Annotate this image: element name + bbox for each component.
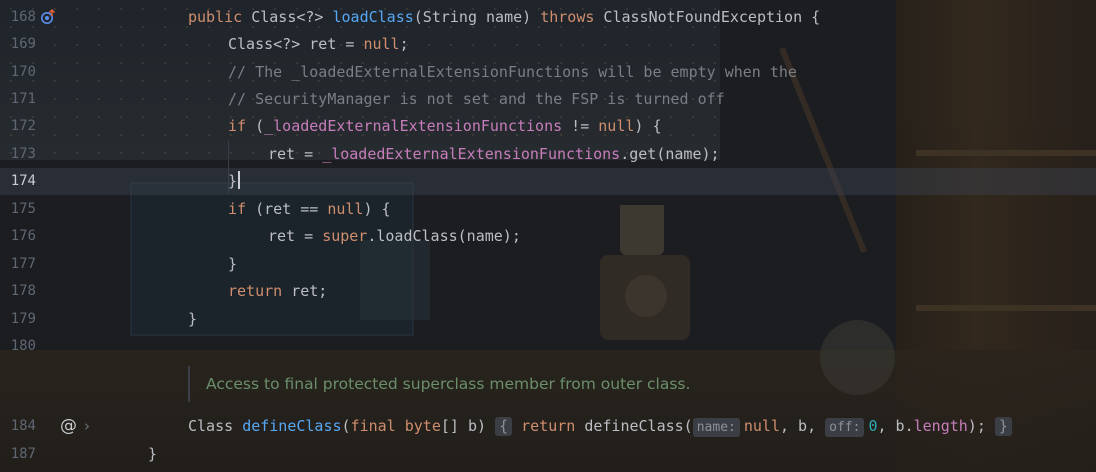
override-up-arrow-icon[interactable] [40,9,56,25]
line-number: 172 [10,118,36,134]
code-text[interactable]: if (ret == null) { [228,196,391,223]
code-text[interactable]: } [148,441,157,468]
code-text[interactable]: } [228,251,237,278]
line-number: 175 [10,201,36,217]
code-text[interactable]: ret = _loadedExternalExtensionFunctions.… [268,141,720,168]
code-text[interactable]: } [228,168,241,195]
code-line-174[interactable]: 174 } [0,168,1096,195]
line-number: 179 [10,311,36,327]
line-number: 187 [10,446,36,462]
text-caret [238,171,241,189]
code-text[interactable]: Class defineClass(final byte[] b) { retu… [188,413,1012,440]
code-line-171[interactable]: 171 // SecurityManager is not set and th… [0,86,1096,113]
line-number: 184 [10,418,36,434]
chevron-right-icon[interactable]: › [84,413,90,440]
code-line-176[interactable]: 176 ret = super.loadClass(name); [0,223,1096,250]
code-editor[interactable]: 168 public Class<?> loadClass(String nam… [0,0,1096,472]
code-text[interactable]: } [188,306,197,333]
code-line-175[interactable]: 175 if (ret == null) { [0,196,1096,223]
code-line-172[interactable]: 172 if (_loadedExternalExtensionFunction… [0,113,1096,140]
fold-close-brace[interactable]: } [994,417,1012,436]
fold-open-brace[interactable]: { [495,417,513,436]
code-line-169[interactable]: 169 Class<?> ret = null; [0,31,1096,58]
code-line-173[interactable]: 173 ret = _loadedExternalExtensionFuncti… [0,141,1096,168]
rendered-doc-comment[interactable]: Access to final protected superclass mem… [188,366,690,402]
code-text[interactable]: ret = super.loadClass(name); [268,223,521,250]
code-comment[interactable]: // The _loadedExternalExtensionFunctions… [228,59,797,86]
code-text[interactable]: return ret; [228,278,327,305]
code-line-184[interactable]: 184 @ › Class defineClass(final byte[] b… [0,413,1096,440]
line-number: 170 [10,64,36,80]
code-comment[interactable]: // SecurityManager is not set and the FS… [228,86,725,113]
current-line-number: 174 [10,173,36,189]
code-line-179[interactable]: 179 } [0,306,1096,333]
parameter-hint-off: off: [825,418,865,437]
parameter-hint-name: name: [692,418,740,437]
line-number: 177 [10,256,36,272]
code-line-178[interactable]: 178 return ret; [0,278,1096,305]
code-line-187[interactable]: 187 } [0,441,1096,468]
code-text[interactable]: public Class<?> loadClass(String name) t… [188,4,820,31]
code-line-177[interactable]: 177 } [0,251,1096,278]
line-number: 178 [10,283,36,299]
code-text[interactable]: if (_loadedExternalExtensionFunctions !=… [228,113,661,140]
line-number: 171 [10,91,36,107]
line-number: 176 [10,228,36,244]
line-number: 168 [10,9,36,25]
code-line-180[interactable]: 180 [0,333,1096,360]
annotation-icon[interactable]: @ [60,413,77,440]
code-line-170[interactable]: 170 // The _loadedExternalExtensionFunct… [0,59,1096,86]
code-text[interactable]: Class<?> ret = null; [228,31,409,58]
line-number: 169 [10,36,36,52]
line-number: 180 [10,338,36,354]
line-number: 173 [10,146,36,162]
code-line-168[interactable]: 168 public Class<?> loadClass(String nam… [0,4,1096,31]
